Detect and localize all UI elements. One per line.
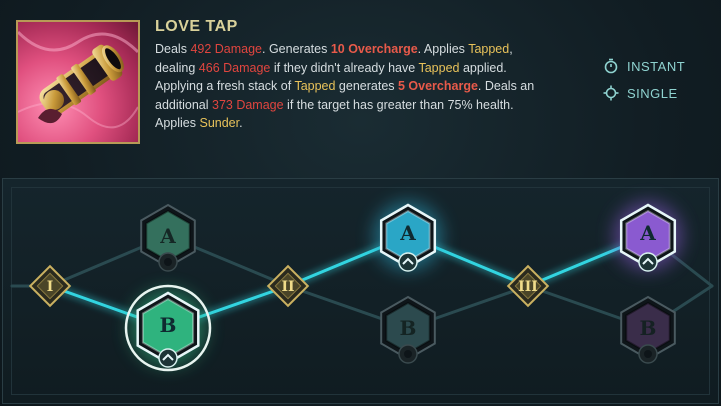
rank-label: I bbox=[47, 279, 54, 295]
node-letter: A bbox=[639, 221, 656, 245]
talent-node-III-A[interactable]: A bbox=[614, 202, 682, 272]
talent-node-II-A[interactable]: A bbox=[374, 202, 442, 272]
talent-node-I-A[interactable]: A bbox=[140, 203, 196, 272]
node-letter: A bbox=[159, 224, 176, 248]
upgrade-badge bbox=[638, 252, 658, 272]
rank-marker-2: II bbox=[266, 264, 310, 308]
badge-dot bbox=[404, 350, 412, 358]
rank-label: III bbox=[518, 279, 538, 295]
badge-dot bbox=[644, 350, 652, 358]
badge-dot bbox=[164, 258, 172, 266]
node-letter: B bbox=[160, 313, 177, 337]
node-letter: B bbox=[640, 316, 657, 340]
node-letter: A bbox=[399, 221, 416, 245]
upgrade-badge bbox=[398, 252, 418, 272]
rank-marker-3: III bbox=[506, 264, 550, 308]
talent-tree: I II III ABABAB bbox=[10, 202, 714, 372]
rank-label: II bbox=[281, 279, 294, 295]
rank-marker-1: I bbox=[28, 264, 72, 308]
talent-node-II-B[interactable]: B bbox=[380, 295, 436, 364]
upgrade-badge bbox=[158, 348, 178, 368]
node-letter: B bbox=[400, 316, 417, 340]
talent-node-I-B[interactable]: B bbox=[124, 284, 212, 372]
talent-node-III-B[interactable]: B bbox=[620, 295, 676, 364]
